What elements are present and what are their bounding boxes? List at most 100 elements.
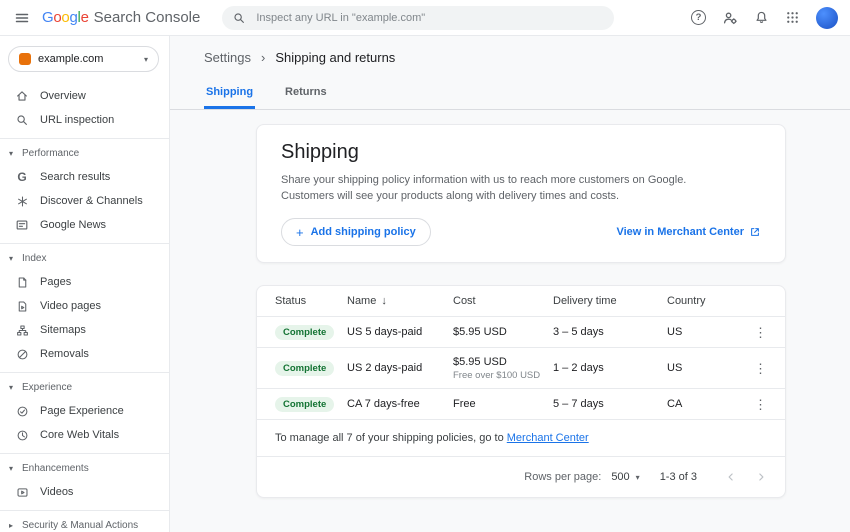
sidebar-item-label: Google News: [40, 219, 106, 231]
tab-bar: Shipping Returns: [170, 80, 850, 110]
policy-cost: $5.95 USD Free over $100 USD: [453, 356, 553, 381]
page-experience-icon: [15, 405, 29, 418]
document-icon: [15, 276, 29, 289]
shipping-intro-card: Shipping Share your shipping policy info…: [256, 124, 786, 263]
breadcrumb-settings-link[interactable]: Settings: [204, 50, 251, 65]
sidebar-item-discover-channels[interactable]: Discover & Channels: [0, 189, 169, 213]
breadcrumb-current: Shipping and returns: [275, 50, 395, 65]
avatar[interactable]: [816, 7, 838, 29]
policy-country: US: [667, 326, 745, 338]
policy-country: US: [667, 362, 745, 374]
breadcrumb-chevron-icon: ›: [261, 50, 265, 65]
sidebar-item-label: Videos: [40, 486, 73, 498]
policy-name: CA 7 days-free: [347, 398, 453, 410]
top-app-bar: G o o g l e Search Console ?: [0, 0, 850, 36]
chevron-right-icon: ▸: [6, 521, 16, 530]
table-header-row: Status Name↓ Cost Delivery time Country: [257, 286, 785, 317]
pagination-range: 1-3 of 3: [660, 471, 697, 483]
previous-page-button[interactable]: [721, 467, 741, 487]
status-badge: Complete: [275, 325, 334, 340]
chevron-down-icon: ▾: [6, 464, 16, 473]
hamburger-menu-button[interactable]: [10, 6, 34, 30]
removal-icon: [15, 348, 29, 361]
sidebar-section-performance[interactable]: ▾ Performance: [0, 141, 169, 165]
property-favicon: [19, 53, 31, 65]
policy-cost: $5.95 USD: [453, 326, 553, 338]
view-in-merchant-center-label: View in Merchant Center: [616, 226, 744, 238]
pagination-bar: Rows per page: 500 ▾ 1-3 of 3: [257, 457, 785, 497]
url-inspect-input[interactable]: [254, 11, 604, 25]
news-icon: [15, 218, 29, 232]
intro-actions-row: + Add shipping policy View in Merchant C…: [281, 218, 761, 246]
kebab-menu-button[interactable]: ⋮: [750, 360, 771, 377]
asterisk-icon: [15, 195, 29, 208]
kebab-menu-button[interactable]: ⋮: [750, 396, 771, 413]
column-header-cost[interactable]: Cost: [453, 295, 553, 307]
help-button[interactable]: ?: [687, 6, 710, 29]
sidebar-item-label: Overview: [40, 90, 86, 102]
sidebar-item-videos[interactable]: Videos: [0, 480, 169, 504]
sidebar-item-search-results[interactable]: G Search results: [0, 165, 169, 189]
view-in-merchant-center-link[interactable]: View in Merchant Center: [616, 226, 761, 238]
sidebar-section-experience[interactable]: ▾ Experience: [0, 375, 169, 399]
external-link-icon: [749, 226, 761, 238]
sidebar-item-url-inspection[interactable]: URL inspection: [0, 108, 169, 132]
column-header-name[interactable]: Name↓: [347, 295, 453, 307]
rows-per-page-label: Rows per page:: [524, 471, 601, 483]
sidebar-item-page-experience[interactable]: Page Experience: [0, 399, 169, 423]
add-shipping-policy-button[interactable]: + Add shipping policy: [281, 218, 431, 246]
sidebar-item-overview[interactable]: Overview: [0, 84, 169, 108]
sidebar-item-google-news[interactable]: Google News: [0, 213, 169, 237]
policy-delivery-time: 1 – 2 days: [553, 362, 667, 374]
status-badge: Complete: [275, 397, 334, 412]
footer-note-text: To manage all 7 of your shipping policie…: [275, 432, 507, 444]
sidebar-item-video-pages[interactable]: Video pages: [0, 294, 169, 318]
rows-per-page-select[interactable]: 500 ▾: [611, 471, 639, 483]
chevron-down-icon: ▾: [636, 473, 640, 482]
sidebar-item-label: URL inspection: [40, 114, 114, 126]
sidebar-section-enhancements[interactable]: ▾ Enhancements: [0, 456, 169, 480]
property-selector[interactable]: example.com ▾: [8, 46, 159, 72]
sidebar-item-label: Video pages: [40, 300, 101, 312]
breadcrumb: Settings › Shipping and returns: [204, 50, 850, 65]
sidebar-section-index[interactable]: ▾ Index: [0, 246, 169, 270]
kebab-menu-button[interactable]: ⋮: [750, 324, 771, 341]
add-shipping-policy-label: Add shipping policy: [311, 226, 416, 238]
shipping-policies-table: Status Name↓ Cost Delivery time Country …: [256, 285, 786, 498]
play-video-icon: [15, 486, 29, 499]
apps-grid-button[interactable]: [781, 6, 804, 29]
sidebar-item-sitemaps[interactable]: Sitemaps: [0, 318, 169, 342]
rows-per-page-value: 500: [611, 471, 629, 483]
table-row[interactable]: Complete US 5 days-paid $5.95 USD 3 – 5 …: [257, 317, 785, 348]
column-header-delivery-time[interactable]: Delivery time: [553, 295, 667, 307]
sidebar-item-pages[interactable]: Pages: [0, 270, 169, 294]
policy-cost: Free: [453, 398, 553, 410]
column-header-status[interactable]: Status: [275, 295, 347, 307]
user-settings-button[interactable]: [718, 6, 742, 30]
next-page-button[interactable]: [751, 467, 771, 487]
user-settings-icon: [722, 10, 738, 26]
url-inspect-searchbar[interactable]: [222, 6, 614, 30]
notifications-button[interactable]: [750, 6, 773, 29]
content-area: Shipping Share your shipping policy info…: [170, 110, 850, 532]
bell-icon: [754, 10, 769, 25]
divider: [0, 510, 169, 511]
policy-cost-value: $5.95 USD: [453, 356, 553, 368]
tab-returns[interactable]: Returns: [283, 80, 329, 109]
app-logo[interactable]: G o o g l e Search Console: [42, 9, 200, 26]
sidebar-section-security-manual-actions[interactable]: ▸ Security & Manual Actions: [0, 513, 169, 532]
merchant-center-link[interactable]: Merchant Center: [507, 432, 589, 444]
chevron-down-icon: ▾: [6, 254, 16, 263]
table-row[interactable]: Complete CA 7 days-free Free 5 – 7 days …: [257, 389, 785, 420]
policy-delivery-time: 3 – 5 days: [553, 326, 667, 338]
tab-shipping[interactable]: Shipping: [204, 80, 255, 109]
sidebar-item-label: Removals: [40, 348, 89, 360]
sidebar-item-removals[interactable]: Removals: [0, 342, 169, 366]
policy-country: CA: [667, 398, 745, 410]
column-header-country[interactable]: Country: [667, 295, 745, 307]
sidebar-item-core-web-vitals[interactable]: Core Web Vitals: [0, 423, 169, 447]
chevron-down-icon: ▾: [6, 149, 16, 158]
logo-letter: e: [81, 9, 89, 26]
logo-letter: o: [53, 9, 61, 26]
table-row[interactable]: Complete US 2 days-paid $5.95 USD Free o…: [257, 348, 785, 389]
